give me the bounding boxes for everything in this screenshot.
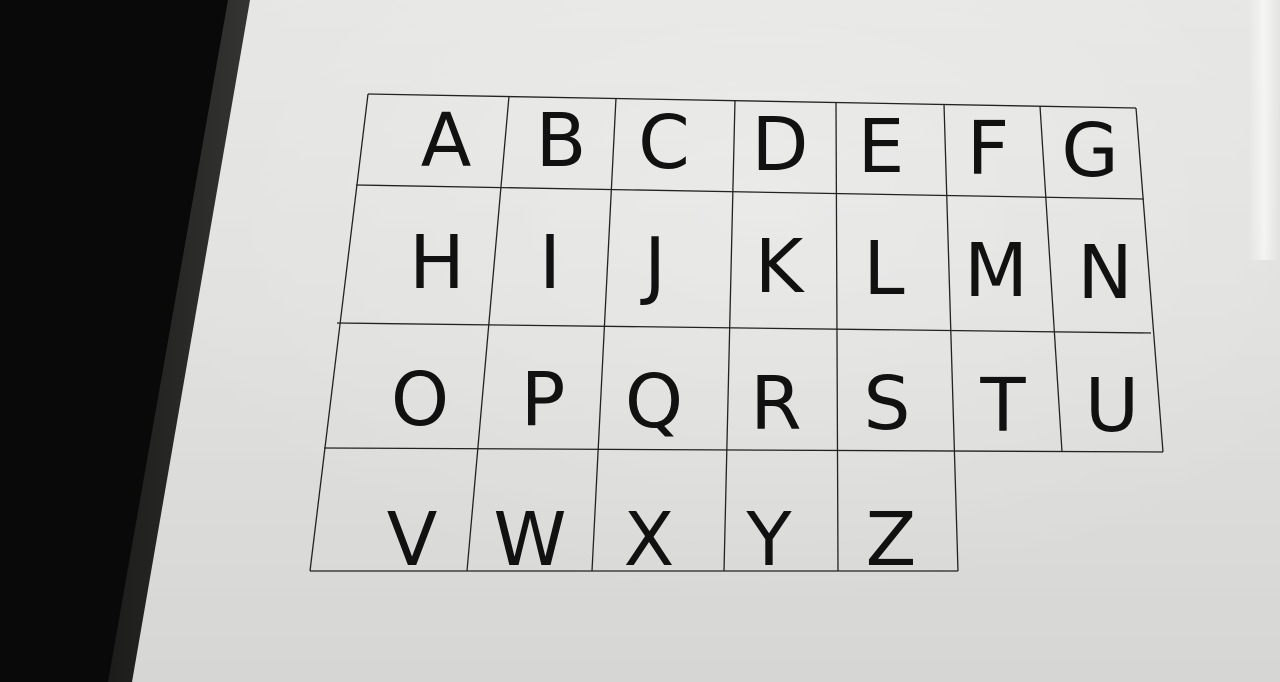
letter-y: Y (745, 497, 792, 583)
grid-line (336, 322, 1152, 334)
grid-line (1039, 105, 1063, 453)
letter-j: J (640, 222, 666, 308)
letter-i: I (539, 220, 561, 306)
grid-line (1135, 107, 1164, 453)
letter-e: E (858, 104, 905, 190)
grid-line (591, 97, 617, 572)
letter-u: U (1085, 363, 1139, 449)
letter-v: V (387, 497, 438, 583)
grid-line (835, 101, 839, 572)
letter-l: L (863, 226, 904, 312)
grid-line (323, 447, 1164, 453)
grid-line (309, 93, 369, 572)
letter-h: H (409, 220, 465, 306)
letter-c: C (638, 100, 690, 186)
letter-s: S (864, 361, 911, 447)
letter-b: B (536, 98, 587, 184)
letter-set: A B C D E F G H I J K L M N O P Q R S T U V W X Y Z (387, 98, 1139, 583)
letter-p: P (521, 357, 566, 443)
letter-m: M (964, 228, 1028, 314)
letter-o: O (391, 357, 449, 443)
letter-w: W (493, 497, 566, 583)
grid-line (723, 99, 736, 572)
letter-a: A (421, 98, 472, 184)
letter-r: R (750, 361, 801, 447)
letter-q: Q (625, 359, 683, 445)
photo-scene: ABCDEFG HIJ KLMN OPQRSTU VWXYZ (0, 0, 1280, 682)
letter-g: G (1061, 108, 1118, 194)
grid-line (943, 103, 959, 572)
letter-n: N (1077, 230, 1132, 316)
letter-k: K (755, 224, 806, 310)
letter-z: Z (866, 497, 917, 583)
letter-t: T (979, 363, 1026, 449)
grid-line (355, 184, 1145, 200)
letter-d: D (752, 102, 809, 188)
alphabet-grid: A B C D E F G H I J K L M N O P Q R S T U V W X Y Z (309, 93, 1164, 583)
letter-x: X (624, 497, 675, 583)
letter-f: F (967, 106, 1010, 192)
